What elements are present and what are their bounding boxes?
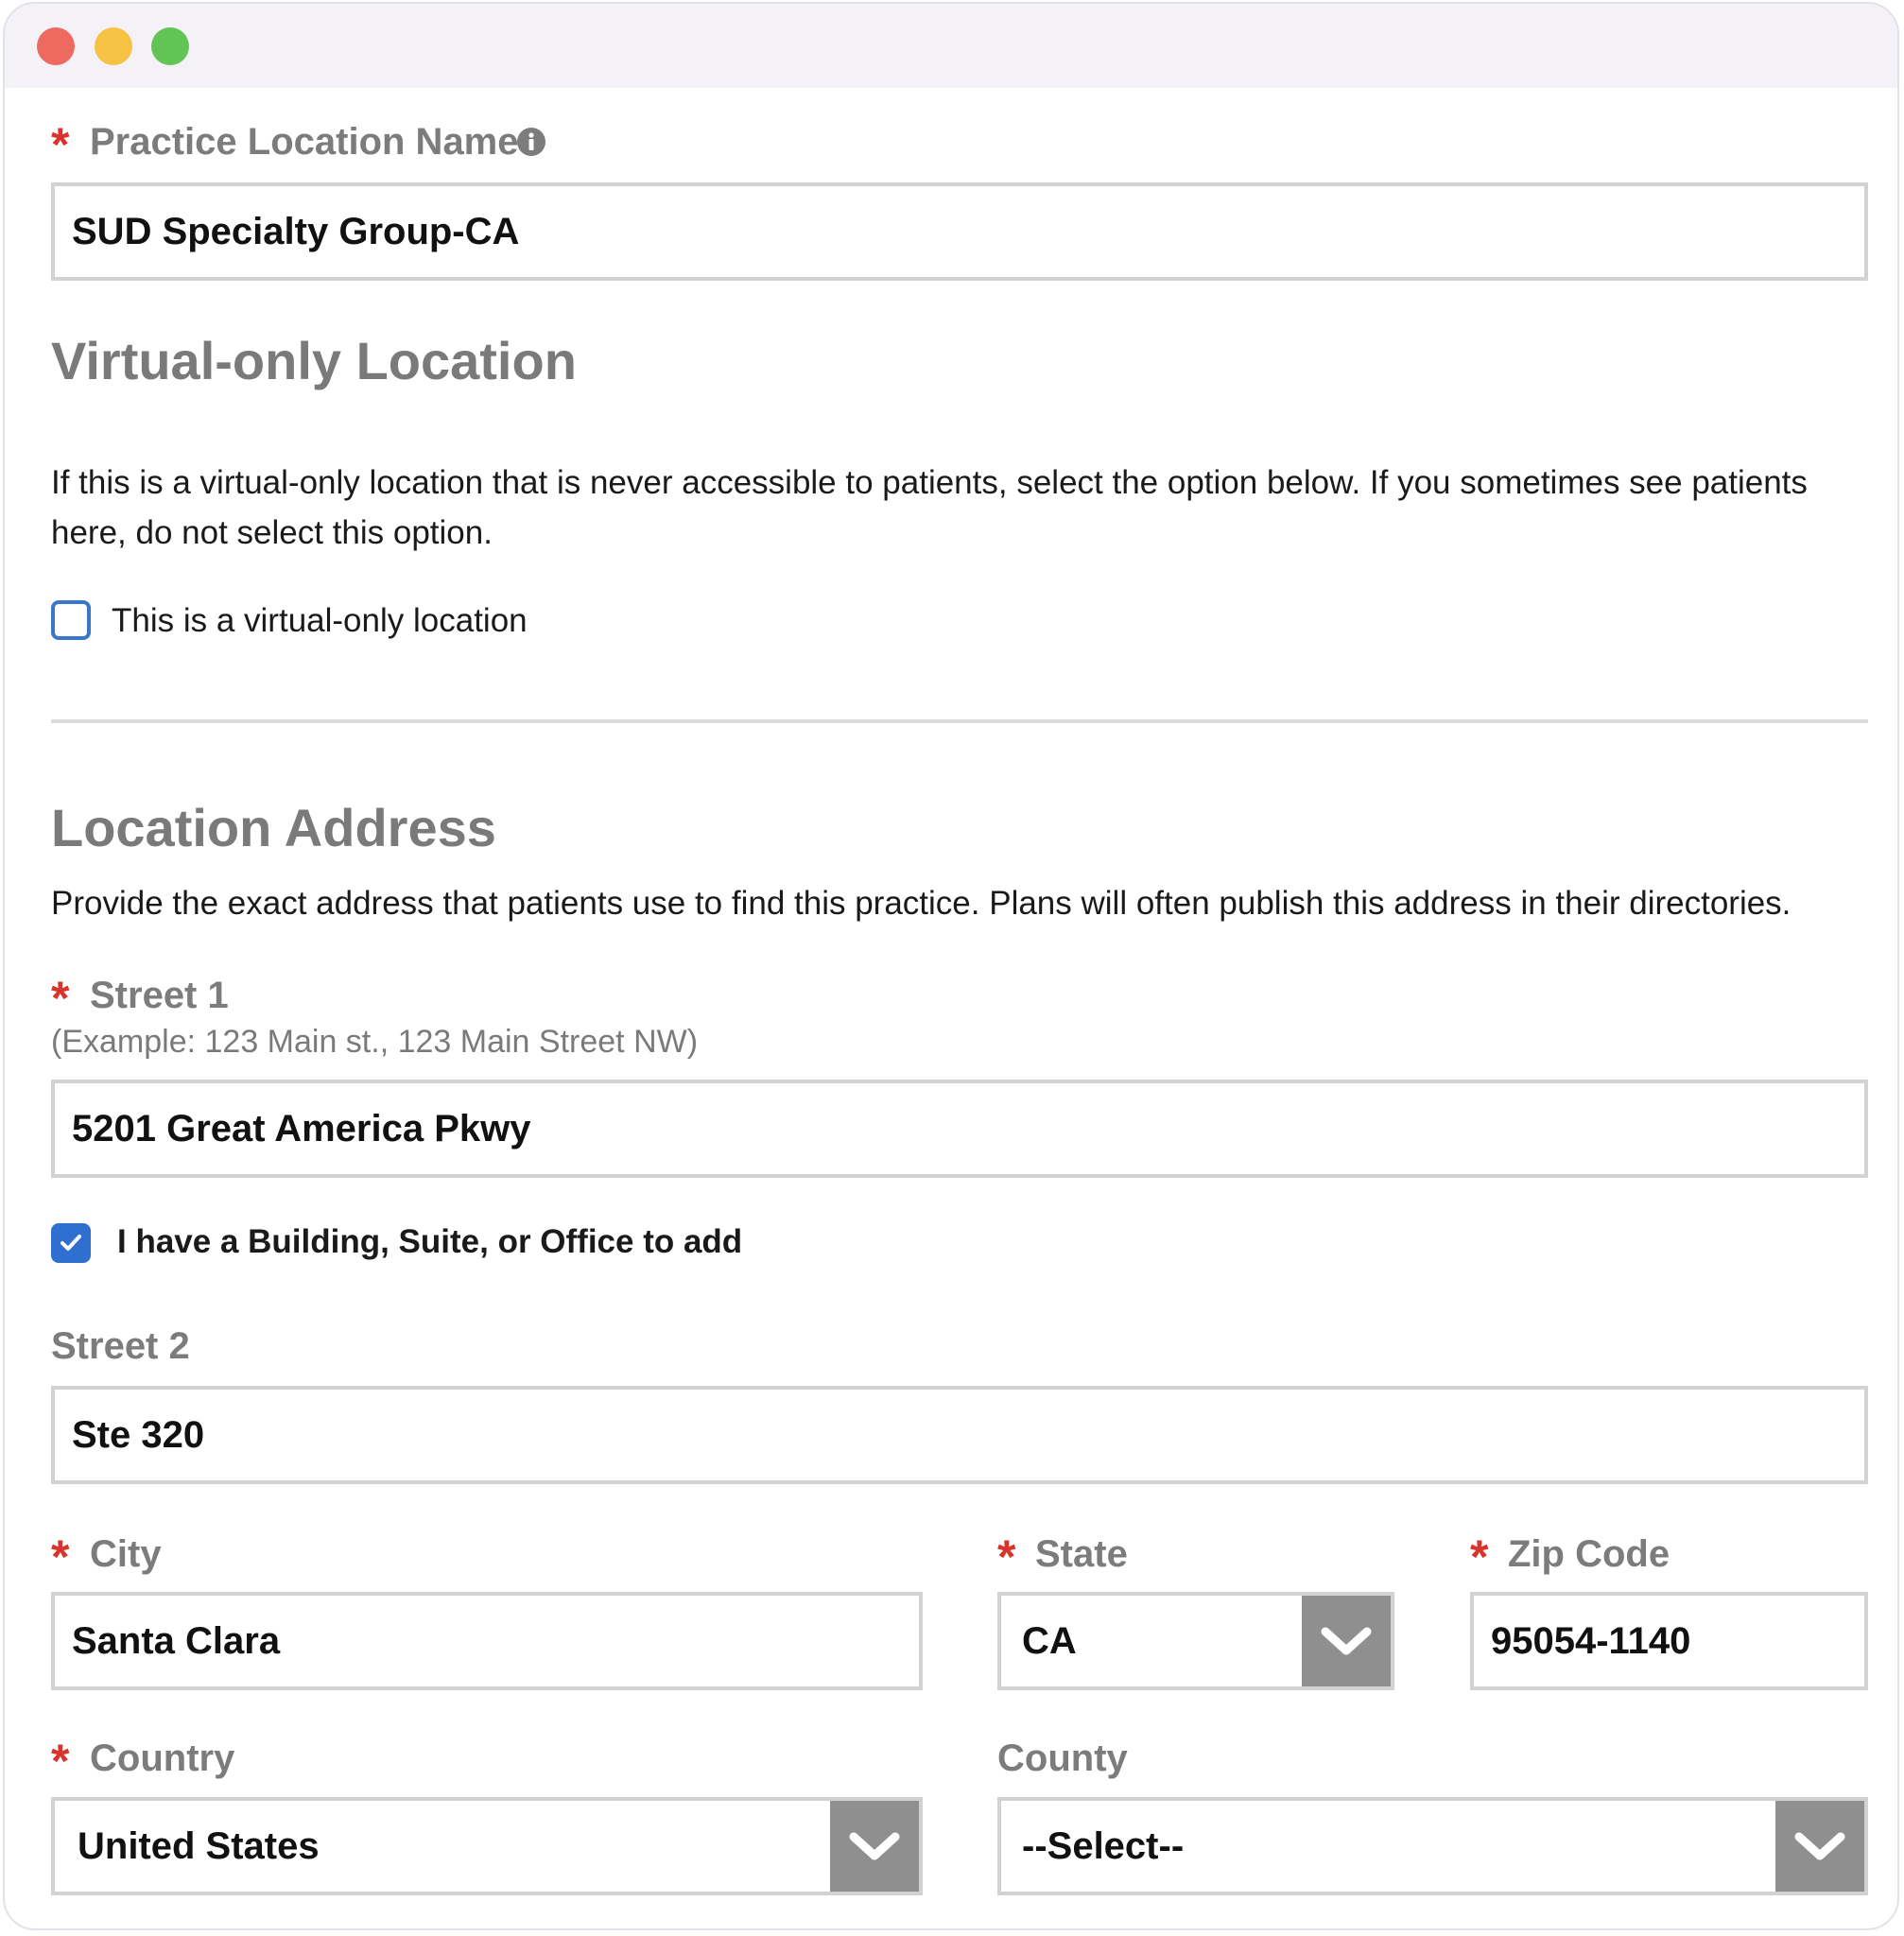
maximize-window-button[interactable] (151, 27, 189, 65)
virtual-only-checkbox[interactable] (51, 600, 91, 640)
practice-location-name-label: Practice Location Name (90, 121, 519, 163)
chevron-down-icon[interactable] (1775, 1801, 1864, 1892)
section-divider (51, 719, 1868, 723)
zip-code-label: Zip Code (1508, 1533, 1670, 1575)
city-value: Santa Clara (72, 1619, 281, 1662)
suite-checkbox[interactable] (51, 1223, 91, 1263)
required-mark: * (51, 118, 70, 171)
zip-code-value: 95054-1140 (1491, 1619, 1691, 1662)
location-address-title: Location Address (51, 798, 496, 857)
required-mark: * (51, 1735, 70, 1788)
zip-code-input[interactable]: 95054-1140 (1470, 1592, 1868, 1690)
county-label: County (997, 1737, 1128, 1779)
state-select[interactable]: CA (997, 1592, 1394, 1690)
practice-location-name-input[interactable]: SUD Specialty Group-CA (51, 182, 1868, 281)
state-label: State (1035, 1533, 1128, 1575)
required-mark: * (1470, 1530, 1489, 1583)
county-select[interactable]: --Select-- (997, 1797, 1868, 1895)
title-bar (5, 4, 1897, 88)
location-address-description: Provide the exact address that patients … (51, 885, 1791, 922)
chevron-down-icon[interactable] (830, 1801, 919, 1892)
required-mark: * (997, 1530, 1016, 1583)
county-value: --Select-- (1022, 1824, 1185, 1867)
street2-input[interactable]: Ste 320 (51, 1386, 1868, 1484)
street1-label: Street 1 (90, 975, 229, 1016)
required-mark: * (51, 972, 70, 1025)
country-label: Country (90, 1737, 235, 1779)
chevron-down-icon[interactable] (1302, 1596, 1391, 1686)
practice-location-name-value: SUD Specialty Group-CA (72, 210, 520, 252)
street2-label: Street 2 (51, 1325, 190, 1367)
virtual-only-description: If this is a virtual-only location that … (51, 464, 1808, 551)
virtual-only-checkbox-label: This is a virtual-only location (112, 602, 528, 639)
street2-value: Ste 320 (72, 1413, 205, 1456)
required-mark: * (51, 1530, 70, 1583)
virtual-only-title: Virtual-only Location (51, 331, 577, 390)
close-window-button[interactable] (37, 27, 75, 65)
city-label: City (90, 1533, 162, 1575)
street1-input[interactable]: 5201 Great America Pkwy (51, 1080, 1868, 1178)
suite-checkbox-label: I have a Building, Suite, or Office to a… (117, 1223, 743, 1260)
state-value: CA (1022, 1619, 1077, 1662)
street1-hint: (Example: 123 Main st., 123 Main Street … (51, 1024, 699, 1060)
country-select[interactable]: United States (51, 1797, 923, 1895)
minimize-window-button[interactable] (95, 27, 132, 65)
city-input[interactable]: Santa Clara (51, 1592, 923, 1690)
country-value: United States (78, 1824, 320, 1867)
checkmark-icon (61, 1235, 81, 1251)
info-icon[interactable] (516, 127, 546, 162)
street1-value: 5201 Great America Pkwy (72, 1107, 531, 1150)
